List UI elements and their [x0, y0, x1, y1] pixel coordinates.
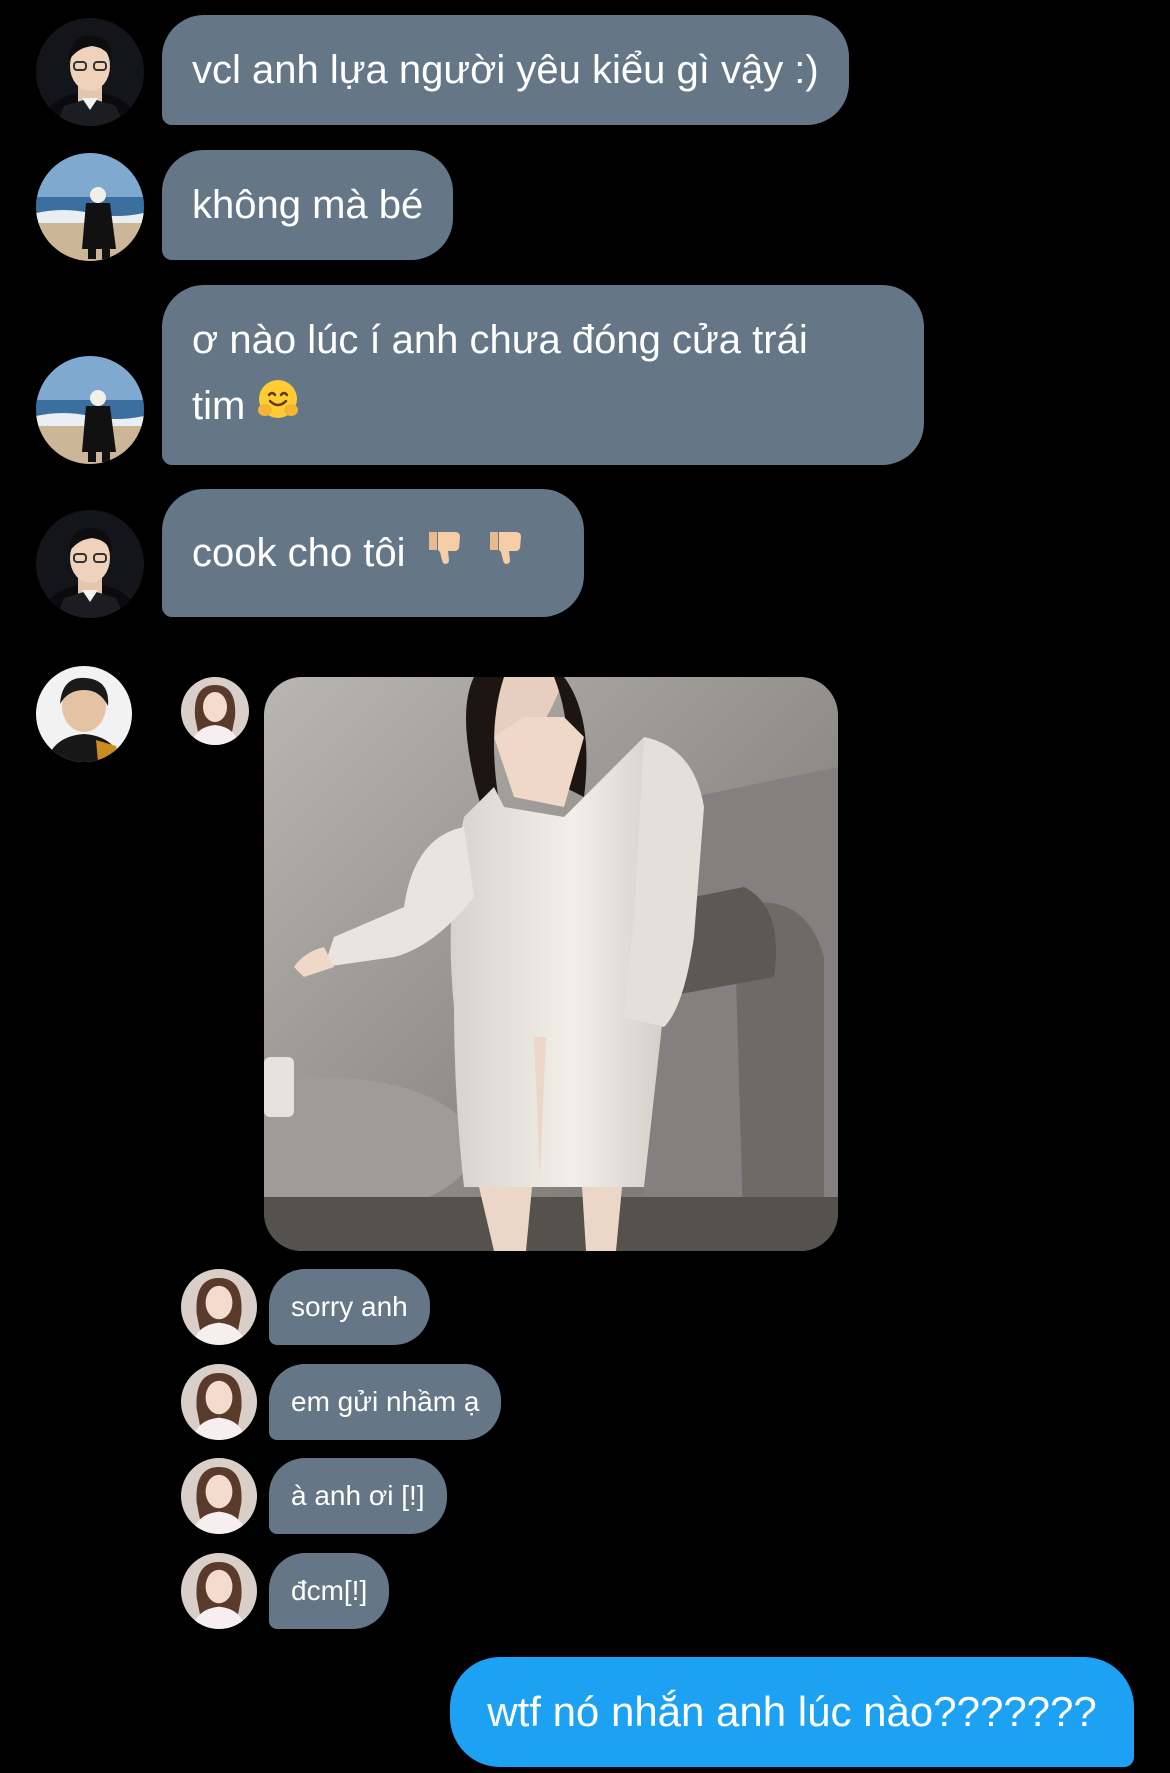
message-bubble[interactable]: đcm[!] — [269, 1553, 390, 1629]
thumbs-down-icon — [423, 491, 467, 619]
message-text: không mà bé — [192, 183, 424, 227]
avatar[interactable] — [181, 1458, 257, 1534]
avatar[interactable] — [36, 510, 144, 618]
avatar[interactable] — [181, 1364, 257, 1440]
thumbs-down-icon — [484, 491, 528, 619]
message-text: đcm[!] — [291, 1575, 368, 1606]
avatar[interactable] — [181, 1553, 257, 1629]
message-bubble[interactable]: em gửi nhầm ạ — [269, 1364, 502, 1440]
message-text: em gửi nhầm ạ — [291, 1386, 480, 1417]
message-bubble[interactable]: sorry anh — [269, 1269, 430, 1345]
avatar[interactable] — [181, 1269, 257, 1345]
message-bubble[interactable]: ơ nào lúc í anh chưa đóng cửa trái tim — [162, 285, 924, 465]
outgoing-message-bubble[interactable]: wtf nó nhắn anh lúc nào??????? — [450, 1657, 1134, 1767]
message-text: wtf nó nhắn anh lúc nào??????? — [487, 1688, 1097, 1735]
message-bubble[interactable]: vcl anh lựa người yêu kiểu gì vậy :) — [162, 15, 849, 125]
message-bubble[interactable]: không mà bé — [162, 150, 454, 260]
hugging-face-icon — [256, 375, 300, 441]
message-text: sorry anh — [291, 1291, 408, 1322]
message-text: cook cho tôi — [192, 531, 406, 575]
avatar[interactable] — [36, 153, 144, 261]
message-text: vcl anh lựa người yêu kiểu gì vậy :) — [192, 48, 819, 92]
message-text-line: ơ nào lúc í anh chưa đóng cửa trái — [192, 318, 808, 362]
message-bubble[interactable]: à anh ơi [!] — [269, 1458, 447, 1534]
message-text-line: tim — [192, 373, 894, 441]
message-text: à anh ơi [!] — [291, 1480, 425, 1511]
avatar[interactable] — [36, 356, 144, 464]
avatar[interactable] — [36, 18, 144, 126]
avatar[interactable] — [36, 666, 132, 762]
white-dress-photo[interactable] — [264, 677, 838, 1251]
message-bubble[interactable]: cook cho tôi — [162, 489, 584, 617]
avatar[interactable] — [181, 677, 249, 745]
